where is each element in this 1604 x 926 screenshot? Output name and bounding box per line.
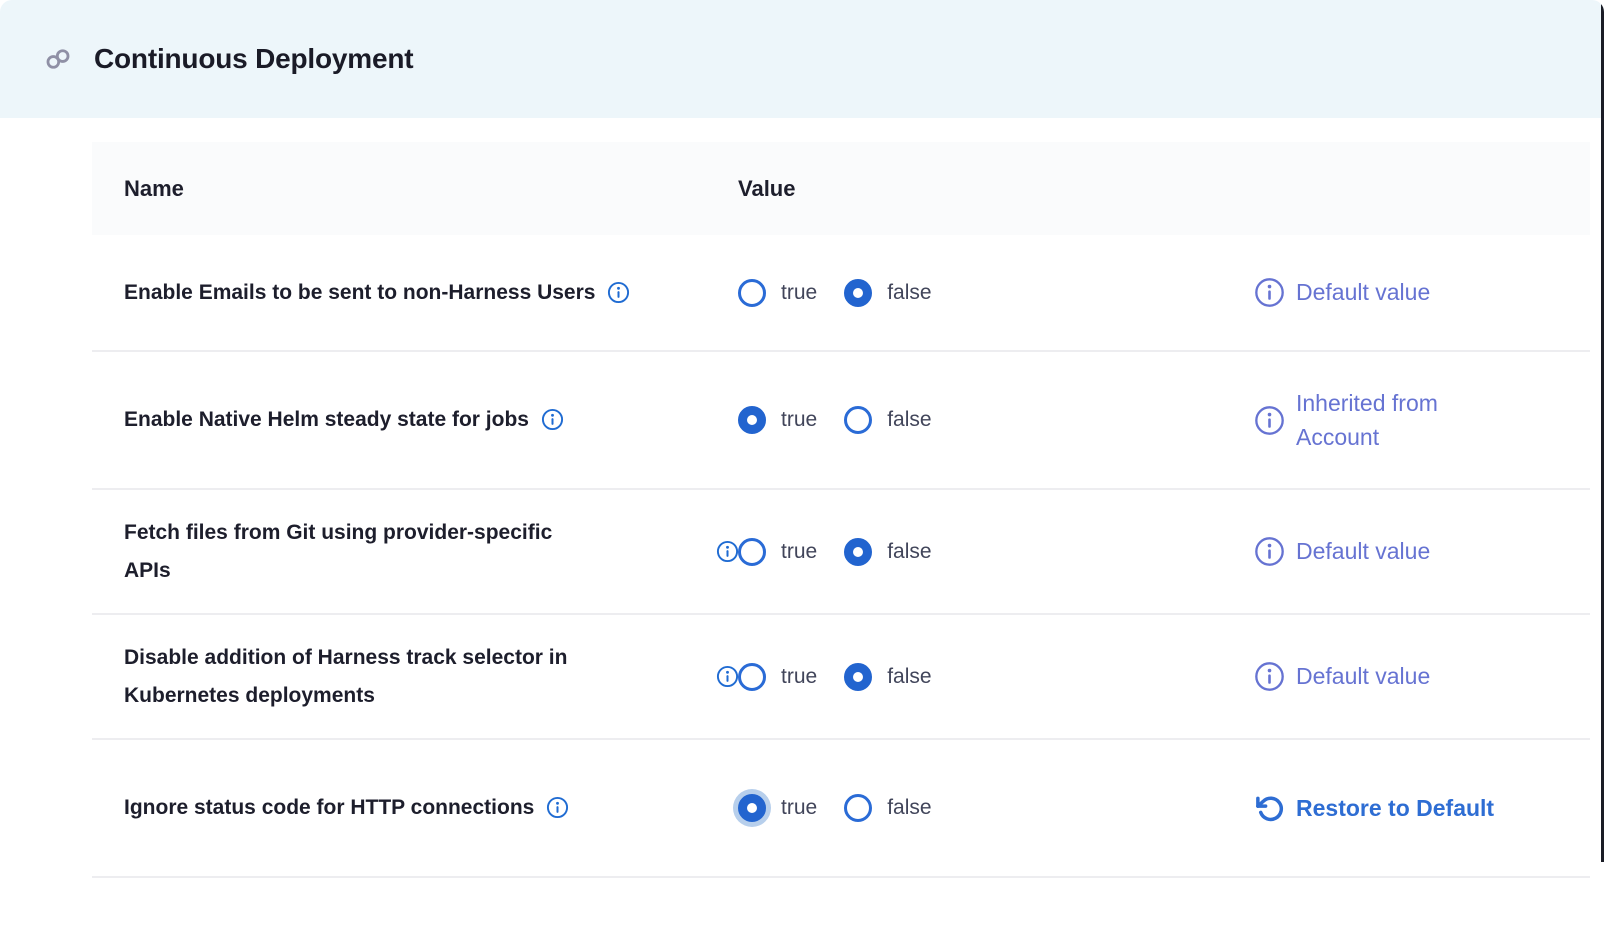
status-label[interactable]: Restore to Default <box>1296 791 1494 826</box>
radio-button-true[interactable] <box>738 794 766 822</box>
setting-row: Fetch files from Git using provider-spec… <box>92 490 1590 615</box>
setting-row: Enable Emails to be sent to non-Harness … <box>92 235 1590 352</box>
status-label[interactable]: Inherited from Account <box>1296 386 1438 455</box>
radio-option-true[interactable]: true <box>738 663 817 691</box>
setting-value-cell: true false <box>738 794 1138 822</box>
radio-option-label[interactable]: false <box>887 408 931 432</box>
setting-value-cell: true false <box>738 279 1138 307</box>
radio-option-label[interactable]: false <box>887 281 931 305</box>
radio-option-false[interactable]: false <box>844 279 931 307</box>
link-icon <box>44 45 72 73</box>
radio-button-true[interactable] <box>738 663 766 691</box>
radio-option-label[interactable]: true <box>781 408 817 432</box>
settings-table: Name Value Enable Emails to be sent to n… <box>92 142 1590 878</box>
setting-row: Enable Native Helm steady state for jobs… <box>92 352 1590 490</box>
info-icon[interactable] <box>546 796 569 819</box>
radio-option-label[interactable]: false <box>887 665 931 689</box>
status-cell: Inherited from Account <box>1254 386 1590 455</box>
radio-button-true[interactable] <box>738 279 766 307</box>
setting-name-cell: Enable Emails to be sent to non-Harness … <box>124 274 738 312</box>
settings-table-body: Enable Emails to be sent to non-Harness … <box>92 235 1590 878</box>
radio-option-true[interactable]: true <box>738 406 817 434</box>
info-icon[interactable] <box>1254 536 1285 567</box>
restore-icon[interactable] <box>1254 793 1285 824</box>
section-header: Continuous Deployment <box>0 0 1604 118</box>
radio-option-label[interactable]: true <box>781 281 817 305</box>
radio-button-false[interactable] <box>844 279 872 307</box>
setting-name-label: Disable addition of Harness track select… <box>124 639 704 715</box>
radio-button-true[interactable] <box>738 538 766 566</box>
info-icon[interactable] <box>1254 277 1285 308</box>
setting-name-label: Enable Emails to be sent to non-Harness … <box>124 274 595 312</box>
radio-option-label[interactable]: false <box>887 540 931 564</box>
info-icon[interactable] <box>541 408 564 431</box>
radio-option-true[interactable]: true <box>738 794 817 822</box>
radio-option-label[interactable]: false <box>887 796 931 820</box>
status-cell: Default value <box>1254 659 1590 694</box>
table-header-row: Name Value <box>92 142 1590 235</box>
radio-option-false[interactable]: false <box>844 406 931 434</box>
radio-option-label[interactable]: true <box>781 540 817 564</box>
setting-value-cell: true false <box>738 538 1138 566</box>
status-label[interactable]: Default value <box>1296 659 1430 694</box>
status-cell: Default value <box>1254 275 1590 310</box>
radio-button-false[interactable] <box>844 538 872 566</box>
column-header-name: Name <box>124 176 738 202</box>
status-cell: Default value <box>1254 534 1590 569</box>
radio-option-false[interactable]: false <box>844 794 931 822</box>
radio-option-false[interactable]: false <box>844 663 931 691</box>
info-icon[interactable] <box>1254 405 1285 436</box>
setting-name-cell: Fetch files from Git using provider-spec… <box>124 514 738 590</box>
radio-button-true[interactable] <box>738 406 766 434</box>
radio-option-label[interactable]: true <box>781 665 817 689</box>
radio-option-true[interactable]: true <box>738 279 817 307</box>
radio-option-true[interactable]: true <box>738 538 817 566</box>
setting-row: Ignore status code for HTTP connections … <box>92 740 1590 878</box>
radio-button-false[interactable] <box>844 794 872 822</box>
setting-value-cell: true false <box>738 406 1138 434</box>
info-icon[interactable] <box>607 281 630 304</box>
radio-option-label[interactable]: true <box>781 796 817 820</box>
setting-name-cell: Disable addition of Harness track select… <box>124 639 738 715</box>
radio-button-false[interactable] <box>844 663 872 691</box>
setting-row: Disable addition of Harness track select… <box>92 615 1590 740</box>
status-cell[interactable]: Restore to Default <box>1254 791 1590 826</box>
status-label[interactable]: Default value <box>1296 275 1430 310</box>
info-icon[interactable] <box>716 540 739 563</box>
column-header-value: Value <box>738 176 795 202</box>
setting-name-label: Enable Native Helm steady state for jobs <box>124 401 529 439</box>
setting-name-label: Fetch files from Git using provider-spec… <box>124 514 704 590</box>
setting-name-cell: Enable Native Helm steady state for jobs <box>124 401 738 439</box>
radio-button-false[interactable] <box>844 406 872 434</box>
settings-page: Continuous Deployment Name Value Enable … <box>0 0 1604 926</box>
info-icon[interactable] <box>716 665 739 688</box>
setting-name-cell: Ignore status code for HTTP connections <box>124 789 738 827</box>
setting-name-label: Ignore status code for HTTP connections <box>124 789 534 827</box>
info-icon[interactable] <box>1254 661 1285 692</box>
page-title: Continuous Deployment <box>94 43 413 75</box>
radio-option-false[interactable]: false <box>844 538 931 566</box>
status-label[interactable]: Default value <box>1296 534 1430 569</box>
setting-value-cell: true false <box>738 663 1138 691</box>
